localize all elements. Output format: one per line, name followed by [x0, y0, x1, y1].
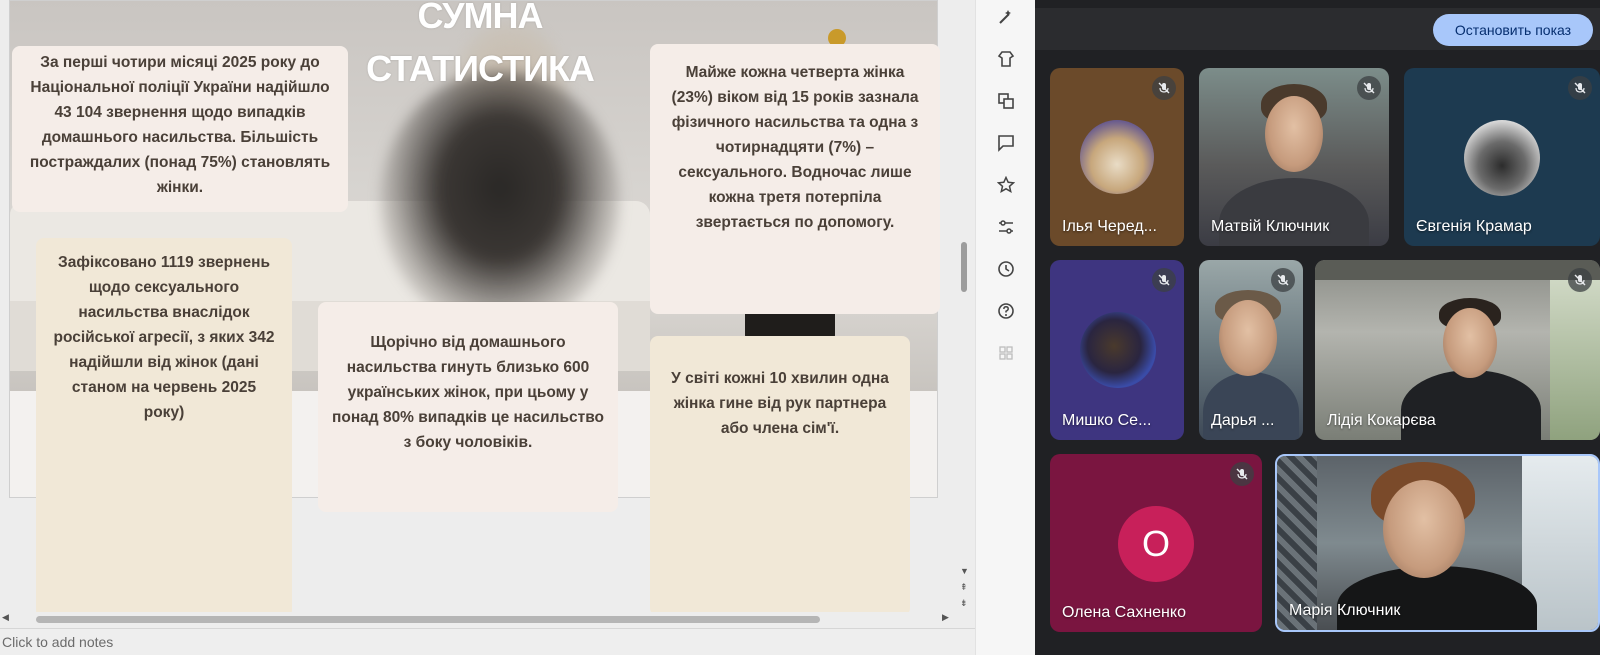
- participant-name: Дарья ...: [1211, 412, 1275, 429]
- participant-video-face: [1265, 96, 1323, 172]
- mic-off-icon: [1568, 76, 1592, 100]
- apps-icon[interactable]: [993, 340, 1019, 366]
- sliders-icon[interactable]: [993, 214, 1019, 240]
- participant-name: Матвій Ключник: [1211, 218, 1330, 235]
- star-icon[interactable]: [993, 172, 1019, 198]
- participant-tile[interactable]: Євгенія Крамар: [1404, 68, 1600, 246]
- scroll-left-arrow-icon[interactable]: ◀: [2, 612, 9, 623]
- presentation-editor: СУМНА СТАТИСТИКА За перші чотири місяці …: [0, 0, 975, 655]
- participant-name: Ілья Черед...: [1062, 218, 1157, 235]
- participant-tile[interactable]: Мишко Се...: [1050, 260, 1184, 440]
- participant-name: Марія Ключник: [1289, 602, 1401, 619]
- call-top-bar: Остановить показ: [1035, 8, 1600, 50]
- stat-card-sexual-violence[interactable]: Зафіксовано 1119 звернень щодо сексуальн…: [36, 238, 292, 618]
- stat-card-text: Зафіксовано 1119 звернень щодо сексуальн…: [53, 254, 275, 421]
- stop-presenting-button[interactable]: Остановить показ: [1433, 14, 1593, 46]
- mic-off-icon: [1152, 268, 1176, 292]
- speaker-notes-placeholder: Click to add notes: [2, 634, 114, 650]
- vertical-scrollbar[interactable]: ▼ ⇞ ⇟: [955, 0, 975, 620]
- participant-tile[interactable]: Матвій Ключник: [1199, 68, 1389, 246]
- speaker-notes[interactable]: Click to add notes: [0, 628, 975, 655]
- stat-card-text: За перші чотири місяці 2025 року до Наці…: [29, 54, 331, 196]
- mic-off-icon: [1271, 268, 1295, 292]
- participant-tile-active-speaker[interactable]: Марія Ключник: [1275, 454, 1600, 632]
- mic-off-icon: [1152, 76, 1176, 100]
- participant-tile[interactable]: Дарья ...: [1199, 260, 1303, 440]
- scroll-right-arrow-icon[interactable]: ▶: [942, 612, 949, 623]
- participant-name: Лідія Кокарєва: [1327, 412, 1436, 429]
- scroll-down-arrow-icon[interactable]: ▼: [960, 566, 969, 576]
- participant-name: Мишко Се...: [1062, 412, 1152, 429]
- side-toolbar: [975, 0, 1035, 655]
- stat-card-world[interactable]: У світі кожні 10 хвилин одна жінка гине …: [650, 336, 910, 616]
- slide-title-line2: СТАТИСТИКА: [366, 48, 595, 89]
- mic-off-icon: [1568, 268, 1592, 292]
- stat-card-text: У світі кожні 10 хвилин одна жінка гине …: [671, 370, 889, 437]
- participant-tile[interactable]: О Олена Сахненко: [1050, 454, 1262, 632]
- participant-video-face: [1383, 480, 1465, 578]
- participant-video-face: [1443, 308, 1497, 378]
- participant-name: Олена Сахненко: [1062, 604, 1186, 621]
- mic-off-icon: [1230, 462, 1254, 486]
- previous-slide-icon[interactable]: ⇞: [960, 582, 968, 593]
- participant-avatar: [1080, 120, 1154, 194]
- vertical-scroll-thumb[interactable]: [961, 242, 967, 292]
- mic-off-icon: [1357, 76, 1381, 100]
- stat-card-text: Щорічно від домашнього насильства гинуть…: [331, 334, 605, 451]
- participant-tile[interactable]: Ілья Черед...: [1050, 68, 1184, 246]
- participant-video-window: [1550, 280, 1600, 440]
- stat-card-physical-violence[interactable]: Майже кожна четверта жінка (23%) віком в…: [650, 44, 940, 314]
- participant-avatar: [1080, 312, 1156, 388]
- participant-name: Євгенія Крамар: [1416, 218, 1532, 235]
- theme-icon[interactable]: [993, 46, 1019, 72]
- video-call-panel: Остановить показ Ілья Черед... Матвій Кл…: [1035, 0, 1600, 655]
- horizontal-scroll-thumb[interactable]: [36, 616, 820, 623]
- stat-card-text: Майже кожна четверта жінка (23%) віком в…: [671, 64, 919, 231]
- participant-initial-avatar: О: [1118, 506, 1194, 582]
- photo-figure: [380, 71, 620, 331]
- next-slide-icon[interactable]: ⇟: [960, 598, 968, 609]
- participant-avatar: [1464, 120, 1540, 196]
- stat-card-police-reports[interactable]: За перші чотири місяці 2025 року до Наці…: [12, 46, 348, 212]
- horizontal-scrollbar[interactable]: ◀ ▶: [0, 612, 955, 626]
- stat-card-annual-deaths[interactable]: Щорічно від домашнього насильства гинуть…: [318, 302, 618, 512]
- magic-wand-icon[interactable]: [993, 4, 1019, 30]
- comment-icon[interactable]: [993, 130, 1019, 156]
- participant-video-body: [1337, 566, 1537, 630]
- participant-tile[interactable]: Лідія Кокарєва: [1315, 260, 1600, 440]
- history-icon[interactable]: [993, 256, 1019, 282]
- layout-icon[interactable]: [993, 88, 1019, 114]
- help-icon[interactable]: [993, 298, 1019, 324]
- slide-title-line1: СУМНА: [417, 0, 544, 36]
- participant-video-ceiling: [1315, 260, 1600, 280]
- participant-video-face: [1219, 300, 1277, 376]
